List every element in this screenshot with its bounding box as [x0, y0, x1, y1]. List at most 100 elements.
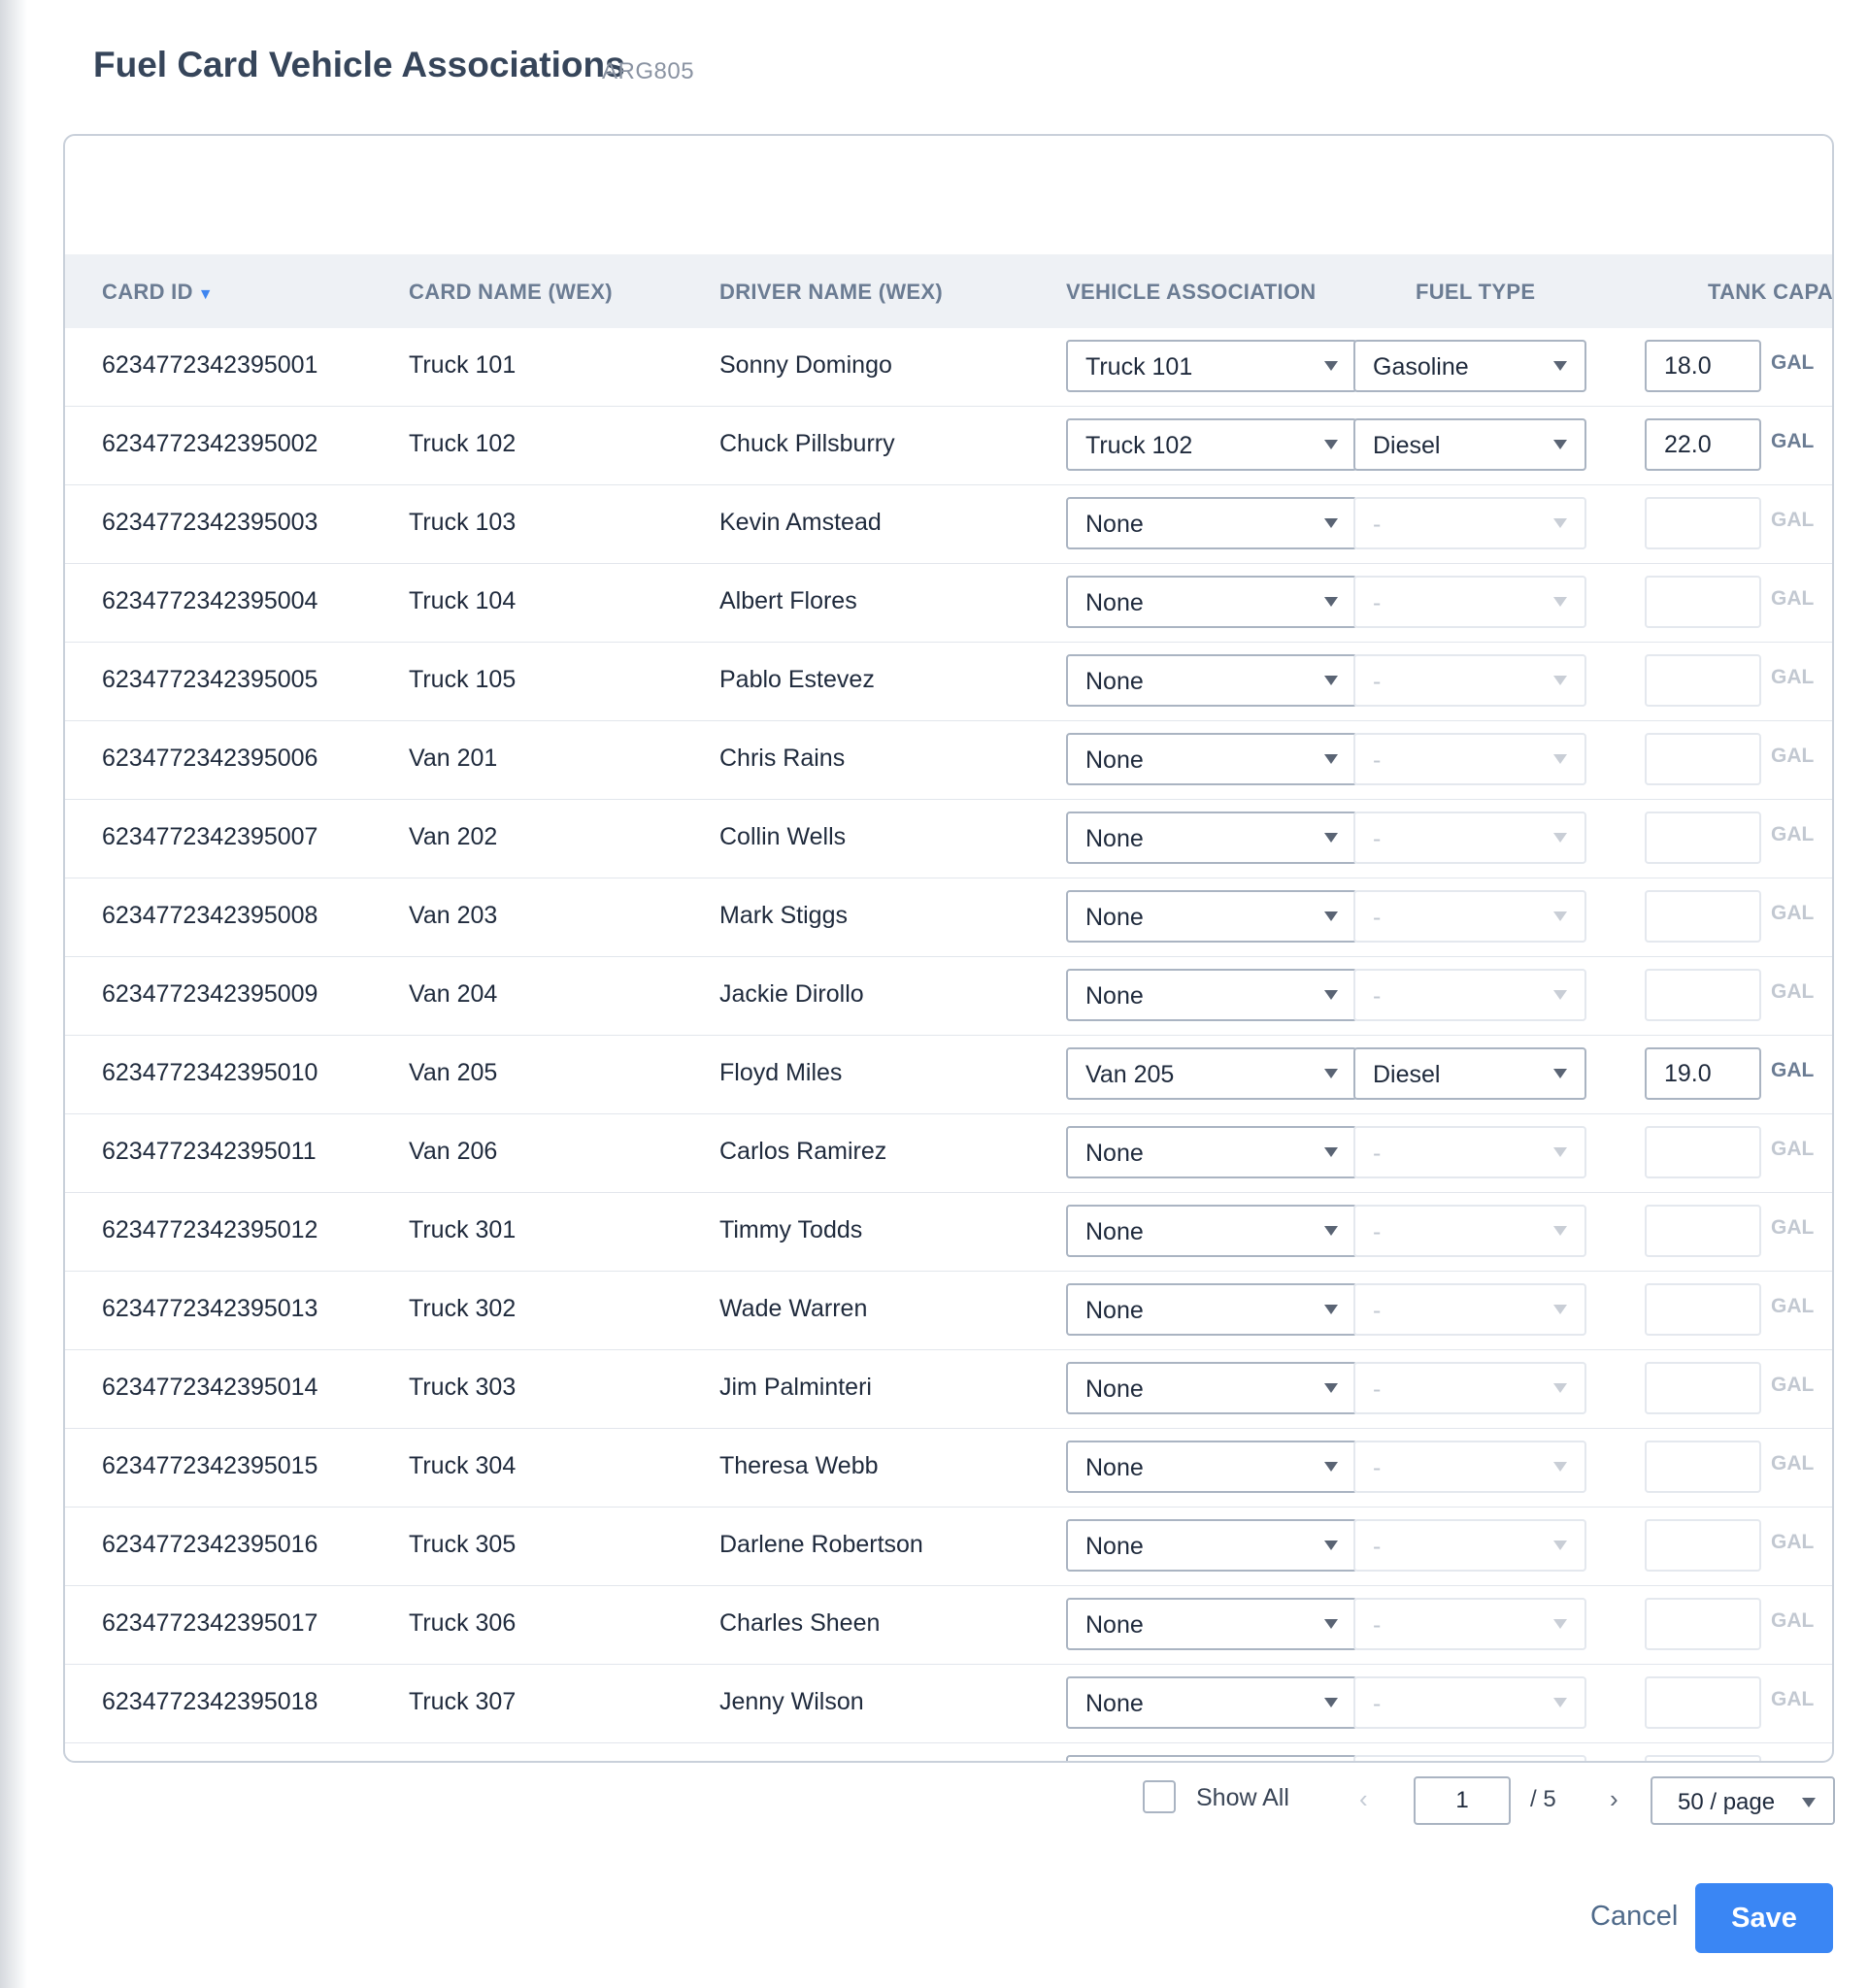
- tank-capacity-input[interactable]: [1645, 1126, 1761, 1178]
- tank-capacity-input[interactable]: [1645, 1676, 1761, 1729]
- tank-capacity-input[interactable]: [1645, 1519, 1761, 1572]
- chevron-down-icon: [1324, 1069, 1338, 1078]
- vehicle-association-value: None: [1085, 1454, 1144, 1481]
- tank-capacity-input[interactable]: [1645, 654, 1761, 707]
- vehicle-association-select[interactable]: Truck 102: [1066, 418, 1357, 471]
- tank-capacity-input[interactable]: [1645, 418, 1761, 471]
- vehicle-association-select[interactable]: None: [1066, 890, 1357, 943]
- vehicle-association-select[interactable]: None: [1066, 1441, 1357, 1493]
- chevron-down-icon: [1324, 1305, 1338, 1314]
- vehicle-association-value: None: [1085, 1140, 1144, 1167]
- vehicle-association-select[interactable]: None: [1066, 1755, 1357, 1761]
- vehicle-association-select[interactable]: None: [1066, 1283, 1357, 1336]
- tank-capacity-input[interactable]: [1645, 1441, 1761, 1493]
- driver-name-cell: Jenny Wilson: [719, 1688, 864, 1715]
- fuel-type-value: -: [1373, 1611, 1382, 1639]
- chevron-down-icon: [1553, 518, 1567, 528]
- tank-capacity-input[interactable]: [1645, 1205, 1761, 1257]
- chevron-down-icon: [1324, 911, 1338, 921]
- tank-unit-label: GAL: [1771, 430, 1815, 452]
- cancel-button[interactable]: Cancel: [1590, 1901, 1678, 1933]
- driver-name-cell: Theresa Webb: [719, 1452, 879, 1479]
- card-name-cell: Van 204: [409, 980, 498, 1008]
- chevron-down-icon: [1553, 1383, 1567, 1393]
- card-id-cell: 6234772342395015: [102, 1452, 318, 1479]
- fuel-type-select: -: [1353, 576, 1586, 628]
- tank-capacity-input[interactable]: [1645, 1047, 1761, 1100]
- tank-capacity-input[interactable]: [1645, 1755, 1761, 1761]
- vehicle-association-select[interactable]: None: [1066, 733, 1357, 785]
- table-row: 6234772342395003 Truck 103 Kevin Amstead No…: [65, 485, 1832, 564]
- next-page-icon[interactable]: ›: [1610, 1784, 1618, 1814]
- vehicle-association-select[interactable]: Van 205: [1066, 1047, 1357, 1100]
- vehicle-association-select[interactable]: None: [1066, 1519, 1357, 1572]
- tank-unit-label: GAL: [1771, 745, 1815, 767]
- column-header-card-name: CARD NAME (WEX): [409, 280, 613, 304]
- tank-unit-label: GAL: [1771, 1374, 1815, 1396]
- tank-capacity-input[interactable]: [1645, 1362, 1761, 1414]
- vehicle-association-select[interactable]: None: [1066, 969, 1357, 1021]
- table-row: 6234772342395012 Truck 301 Timmy Todds None…: [65, 1193, 1832, 1272]
- tank-capacity-input[interactable]: [1645, 733, 1761, 785]
- vehicle-association-value: None: [1085, 511, 1144, 538]
- fuel-type-select[interactable]: Gasoline: [1353, 340, 1586, 392]
- column-header-card-id[interactable]: CARD ID ▼: [102, 280, 214, 305]
- vehicle-association-select[interactable]: None: [1066, 1676, 1357, 1729]
- sort-descending-icon[interactable]: ▼: [198, 286, 214, 303]
- chevron-down-icon: [1553, 1147, 1567, 1157]
- show-all-checkbox[interactable]: [1143, 1780, 1176, 1813]
- fuel-type-value: -: [1373, 1375, 1382, 1403]
- vehicle-association-select[interactable]: None: [1066, 1598, 1357, 1650]
- tank-capacity-input[interactable]: [1645, 890, 1761, 943]
- card-name-cell: Van 206: [409, 1138, 498, 1165]
- tank-capacity-input[interactable]: [1645, 497, 1761, 549]
- chevron-down-icon: [1553, 1305, 1567, 1314]
- vehicle-association-select[interactable]: None: [1066, 654, 1357, 707]
- tank-capacity-input[interactable]: [1645, 576, 1761, 628]
- fuel-type-value: Gasoline: [1373, 353, 1469, 381]
- card-id-cell: 6234772342395009: [102, 980, 318, 1008]
- page-size-select[interactable]: 50 / page: [1651, 1776, 1835, 1825]
- table-row: 6234772342395016 Truck 305 Darlene Roberts…: [65, 1508, 1832, 1586]
- tank-capacity-input[interactable]: [1645, 1598, 1761, 1650]
- chevron-down-icon: [1553, 676, 1567, 685]
- fuel-type-value: Diesel: [1373, 432, 1441, 459]
- driver-name-cell: Sonny Domingo: [719, 351, 892, 379]
- vehicle-association-select[interactable]: None: [1066, 1126, 1357, 1178]
- tank-capacity-input[interactable]: [1645, 812, 1761, 864]
- vehicle-association-select[interactable]: None: [1066, 812, 1357, 864]
- table-row: 6234772342395008 Van 203 Mark Stiggs None - G…: [65, 878, 1832, 957]
- table-row: 6234772342395004 Truck 104 Albert Flores No…: [65, 564, 1832, 643]
- vehicle-association-select[interactable]: None: [1066, 497, 1357, 549]
- vehicle-association-select[interactable]: None: [1066, 576, 1357, 628]
- table-row: 6234772342395011 Van 206 Carlos Ramirez Non…: [65, 1114, 1832, 1193]
- vehicle-association-value: Truck 101: [1085, 353, 1193, 381]
- chevron-down-icon: [1324, 597, 1338, 607]
- vehicle-association-select[interactable]: None: [1066, 1205, 1357, 1257]
- chevron-down-icon: [1553, 911, 1567, 921]
- tank-capacity-input[interactable]: [1645, 1283, 1761, 1336]
- chevron-down-icon: [1324, 1226, 1338, 1236]
- driver-name-cell: Collin Wells: [719, 823, 847, 850]
- previous-page-icon[interactable]: ‹: [1359, 1784, 1368, 1814]
- close-icon[interactable]: [1862, 45, 1868, 87]
- fuel-type-select[interactable]: Diesel: [1353, 1047, 1586, 1100]
- chevron-down-icon: [1553, 440, 1567, 449]
- driver-name-cell: Darlene Robertson: [719, 1531, 923, 1558]
- page-number-input[interactable]: [1414, 1776, 1511, 1825]
- fuel-type-value: -: [1373, 1690, 1382, 1717]
- tank-capacity-input[interactable]: [1645, 340, 1761, 392]
- vehicle-association-select[interactable]: None: [1066, 1362, 1357, 1414]
- fuel-type-select: -: [1353, 1126, 1586, 1178]
- card-id-cell: 6234772342395014: [102, 1374, 318, 1401]
- tank-capacity-input[interactable]: [1645, 969, 1761, 1021]
- driver-name-cell: Chuck Pillsburry: [719, 430, 895, 457]
- save-button[interactable]: Save: [1695, 1883, 1833, 1953]
- vehicle-association-value: None: [1085, 1375, 1144, 1403]
- chevron-down-icon: [1324, 518, 1338, 528]
- fuel-type-value: Diesel: [1373, 1061, 1441, 1088]
- pagination-bar: Show All ‹ / 5 › 50 / page: [0, 1776, 1868, 1844]
- fuel-type-select[interactable]: Diesel: [1353, 418, 1586, 471]
- card-name-cell: Van 202: [409, 823, 498, 850]
- vehicle-association-select[interactable]: Truck 101: [1066, 340, 1357, 392]
